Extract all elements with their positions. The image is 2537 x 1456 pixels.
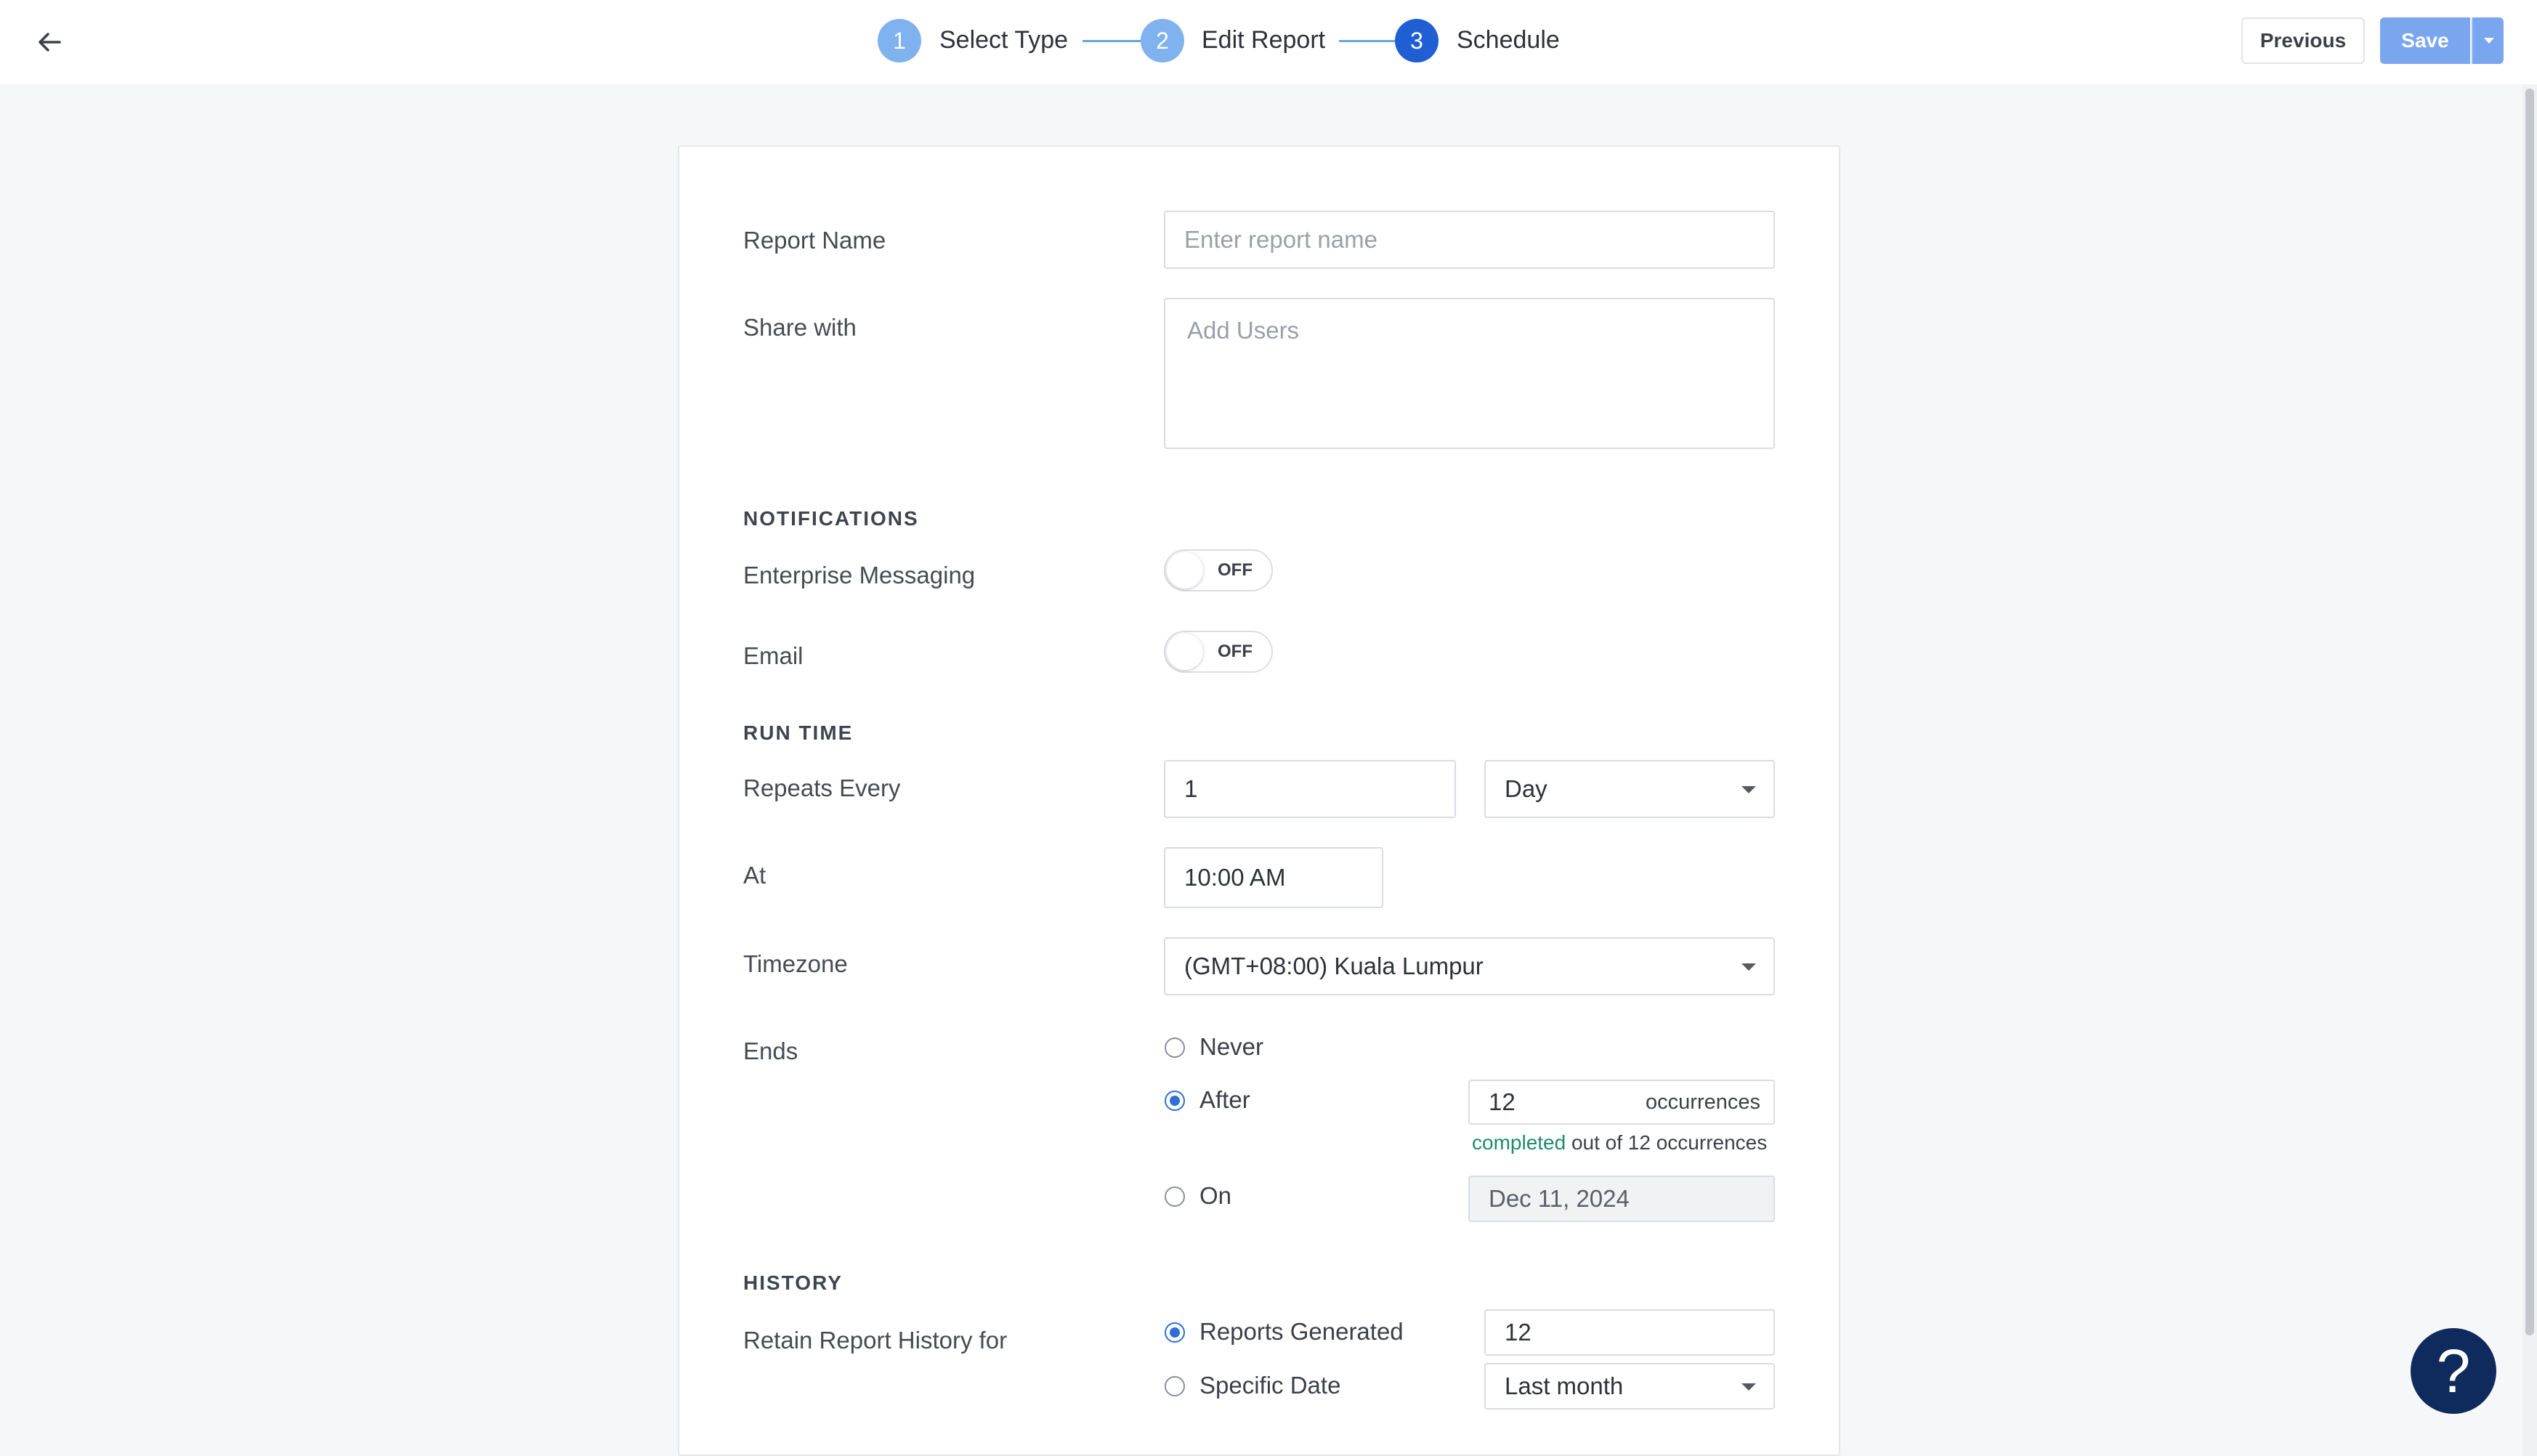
enterprise-messaging-label: Enterprise Messaging — [743, 562, 976, 589]
retain-history-label: Retain Report History for — [743, 1327, 1008, 1354]
timezone-select[interactable]: (GMT+08:00) Kuala Lumpur — [1164, 937, 1775, 995]
toggle-state: OFF — [1218, 642, 1253, 661]
step-connector — [1339, 40, 1397, 42]
time-input[interactable]: 10:00 AM — [1164, 847, 1383, 908]
share-with-placeholder: Add Users — [1187, 317, 1300, 344]
previous-button[interactable]: Previous — [2241, 17, 2365, 64]
ends-never-label[interactable]: Never — [1199, 1033, 1263, 1061]
step-3-number[interactable]: 3 — [1395, 19, 1439, 62]
caret-down-icon — [1741, 963, 1756, 971]
repeats-every-input[interactable]: 1 — [1164, 760, 1456, 818]
occurrences-suffix: occurrences — [1646, 1091, 1760, 1114]
completed-note: completed out of 12 occurrences — [1472, 1131, 1776, 1154]
completed-word: completed — [1472, 1131, 1566, 1154]
toggle-knob — [1167, 634, 1203, 670]
occurrences-value: 12 — [1489, 1088, 1516, 1115]
step-1-number[interactable]: 1 — [878, 19, 921, 62]
save-button[interactable]: Save — [2380, 17, 2470, 64]
ends-on-label[interactable]: On — [1199, 1182, 1231, 1210]
enterprise-messaging-toggle[interactable]: OFF — [1164, 549, 1273, 591]
timezone-label: Timezone — [743, 950, 848, 977]
occurrences-input[interactable]: 12 occurrences — [1468, 1080, 1775, 1125]
step-1-label[interactable]: Select Type — [939, 26, 1068, 54]
ends-on-radio[interactable] — [1165, 1186, 1185, 1207]
reports-generated-value: 12 — [1505, 1319, 1531, 1346]
step-2-label[interactable]: Edit Report — [1202, 26, 1325, 54]
time-value: 10:00 AM — [1184, 864, 1286, 891]
timezone-value: (GMT+08:00) Kuala Lumpur — [1184, 953, 1484, 979]
chevron-down-icon — [2484, 38, 2494, 44]
repeats-every-value: 1 — [1184, 775, 1198, 802]
completed-rest: out of 12 occurrences — [1571, 1131, 1768, 1154]
notifications-heading: NOTIFICATIONS — [743, 507, 919, 530]
step-3-label[interactable]: Schedule — [1457, 26, 1560, 54]
specific-date-radio[interactable] — [1165, 1376, 1185, 1396]
repeats-every-label: Repeats Every — [743, 774, 901, 801]
reports-generated-input[interactable]: 12 — [1484, 1309, 1775, 1356]
toggle-knob — [1167, 552, 1203, 589]
stepper: 1 Select Type 2 Edit Report 3 Schedule — [0, 19, 2537, 64]
repeats-unit-select[interactable]: Day — [1484, 760, 1775, 818]
ends-after-radio[interactable] — [1165, 1091, 1185, 1111]
specific-date-select[interactable]: Last month — [1484, 1363, 1775, 1410]
ends-after-label[interactable]: After — [1199, 1086, 1250, 1114]
help-button[interactable]: ? — [2411, 1328, 2496, 1414]
caret-down-icon — [1741, 1383, 1756, 1391]
scrollbar-thumb[interactable] — [2525, 89, 2534, 1335]
share-with-label: Share with — [743, 314, 857, 341]
run-time-heading: RUN TIME — [743, 721, 854, 744]
ends-never-radio[interactable] — [1165, 1038, 1185, 1058]
top-bar: 1 Select Type 2 Edit Report 3 Schedule P… — [0, 0, 2537, 84]
report-name-label: Report Name — [743, 227, 886, 254]
save-options-button[interactable] — [2472, 17, 2504, 64]
ends-label: Ends — [743, 1038, 798, 1064]
specific-date-value: Last month — [1505, 1372, 1624, 1399]
toggle-state: OFF — [1218, 560, 1253, 580]
history-heading: HISTORY — [743, 1271, 843, 1294]
report-name-input[interactable]: Enter report name — [1164, 211, 1775, 269]
reports-generated-radio[interactable] — [1165, 1322, 1185, 1343]
specific-date-label[interactable]: Specific Date — [1199, 1372, 1340, 1399]
email-toggle[interactable]: OFF — [1164, 631, 1273, 673]
end-date-value: Dec 11, 2024 — [1489, 1185, 1630, 1212]
step-2-number[interactable]: 2 — [1141, 19, 1184, 62]
share-with-input[interactable]: Add Users — [1164, 298, 1775, 449]
at-label: At — [743, 862, 766, 889]
end-date-input[interactable]: Dec 11, 2024 — [1468, 1176, 1775, 1222]
repeats-unit-value: Day — [1505, 775, 1547, 802]
reports-generated-label[interactable]: Reports Generated — [1199, 1318, 1404, 1346]
step-connector — [1083, 40, 1141, 42]
email-label: Email — [743, 642, 804, 669]
caret-down-icon — [1741, 786, 1756, 793]
report-name-placeholder: Enter report name — [1184, 226, 1377, 253]
